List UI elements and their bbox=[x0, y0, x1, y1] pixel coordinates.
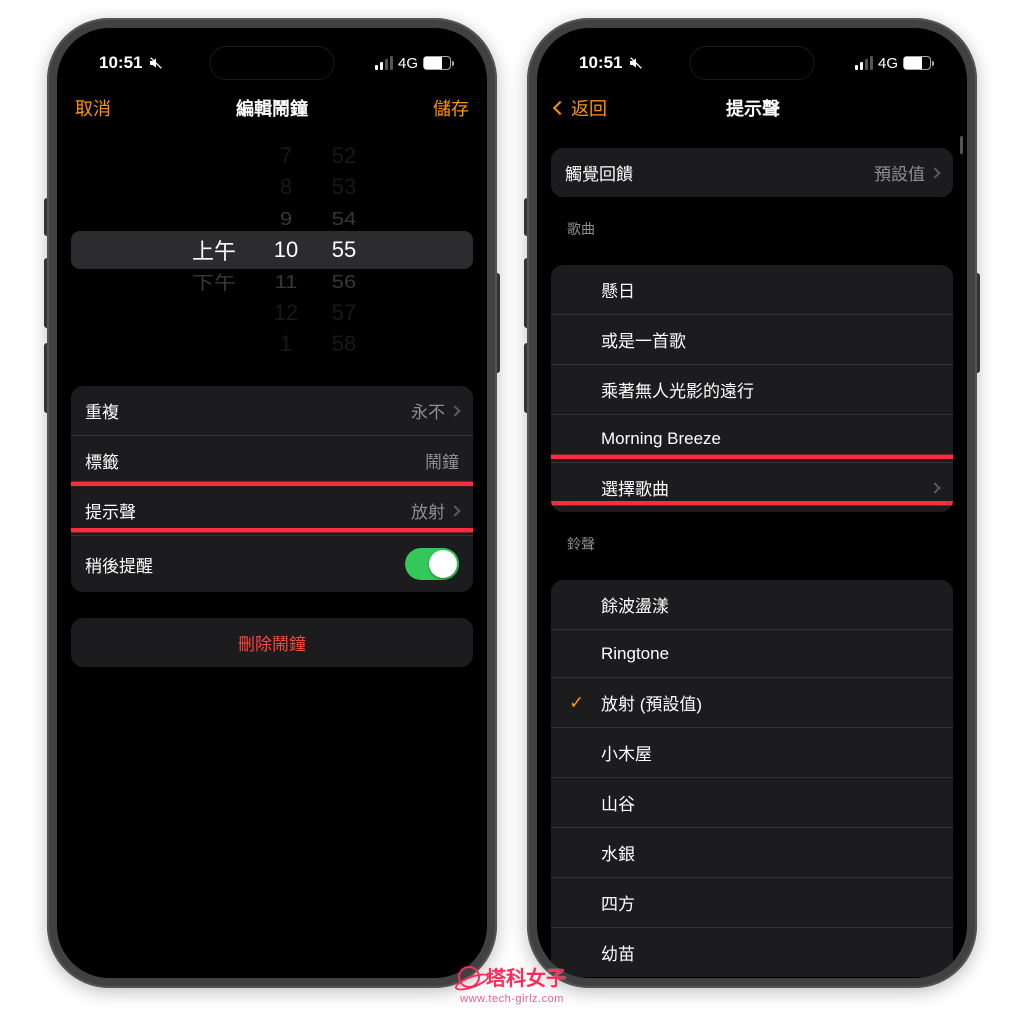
pick-song-row[interactable]: 選擇歌曲 bbox=[551, 462, 953, 512]
scroll-indicator[interactable] bbox=[960, 136, 963, 154]
ampm-column[interactable]: 上午 下午 bbox=[171, 140, 257, 360]
screen-left: 10:51 4G 取消 編輯鬧鐘 儲存 上午 下午 bbox=[57, 28, 487, 978]
watermark-url: www.tech-girlz.com bbox=[460, 993, 564, 1005]
status-time: 10:51 bbox=[99, 53, 142, 73]
ringtone-item[interactable]: ✓ 放射 (預設值) bbox=[551, 677, 953, 727]
haptic-group: 觸覺回饋 預設值 bbox=[551, 148, 953, 197]
label-row[interactable]: 標籤 鬧鐘 bbox=[71, 435, 473, 485]
sound-content[interactable]: 觸覺回饋 預設值 歌曲 懸日 或是一首歌 乘著無人光影的遠行 Morning B… bbox=[537, 132, 967, 978]
ringtone-item[interactable]: 山谷 bbox=[551, 777, 953, 827]
snooze-row: 稍後提醒 bbox=[71, 535, 473, 592]
save-button[interactable]: 儲存 bbox=[419, 95, 469, 121]
songs-group: 懸日 或是一首歌 乘著無人光影的遠行 Morning Breeze 選擇歌曲 bbox=[551, 265, 953, 512]
song-item[interactable]: 乘著無人光影的遠行 bbox=[551, 364, 953, 414]
ringtone-item[interactable]: 幼苗 bbox=[551, 927, 953, 977]
sound-navbar: 返回 提示聲 bbox=[537, 84, 967, 132]
notch bbox=[210, 46, 335, 80]
ringtone-item[interactable]: 水銀 bbox=[551, 827, 953, 877]
battery-icon bbox=[903, 56, 931, 70]
minute-column[interactable]: 52 53 54 55 56 57 58 bbox=[315, 140, 373, 360]
back-button[interactable]: 返回 bbox=[555, 95, 607, 121]
phone-right: 10:51 4G 返回 提示聲 觸覺回饋 bbox=[527, 18, 977, 988]
signal-icon bbox=[375, 56, 393, 70]
alarm-settings-group: 重複 永不 標籤 鬧鐘 提示聲 放射 稍後提醒 bbox=[71, 386, 473, 592]
notch bbox=[690, 46, 815, 80]
snooze-switch[interactable] bbox=[405, 548, 459, 580]
song-item[interactable]: Morning Breeze bbox=[551, 414, 953, 462]
watermark-title: 塔科女子 bbox=[486, 962, 566, 991]
signal-icon bbox=[855, 56, 873, 70]
edit-alarm-navbar: 取消 編輯鬧鐘 儲存 bbox=[57, 84, 487, 132]
network-label: 4G bbox=[398, 55, 418, 72]
chevron-right-icon bbox=[929, 482, 940, 493]
edit-alarm-content: 上午 下午 7 8 9 10 11 12 1 52 53 54 5 bbox=[57, 132, 487, 978]
chevron-right-icon bbox=[449, 505, 460, 516]
ringtones-group: 餘波盪漾 Ringtone ✓ 放射 (預設值) 小木屋 山谷 水銀 四方 幼苗 bbox=[551, 580, 953, 977]
phone-left: 10:51 4G 取消 編輯鬧鐘 儲存 上午 下午 bbox=[47, 18, 497, 988]
mute-icon bbox=[148, 55, 164, 71]
song-item[interactable]: 懸日 bbox=[551, 265, 953, 314]
chevron-right-icon bbox=[929, 167, 940, 178]
screen-right: 10:51 4G 返回 提示聲 觸覺回饋 bbox=[537, 28, 967, 978]
delete-alarm-button[interactable]: 刪除鬧鐘 bbox=[71, 618, 473, 667]
ringtone-item[interactable]: 四方 bbox=[551, 877, 953, 927]
chevron-left-icon bbox=[553, 101, 567, 115]
chevron-right-icon bbox=[449, 405, 460, 416]
songs-header: 歌曲 bbox=[567, 219, 967, 239]
haptic-row[interactable]: 觸覺回饋 預設值 bbox=[551, 148, 953, 197]
ringtone-item[interactable]: 小木屋 bbox=[551, 727, 953, 777]
sound-row[interactable]: 提示聲 放射 bbox=[71, 485, 473, 535]
ringtone-item[interactable]: Ringtone bbox=[551, 629, 953, 677]
ringtone-item[interactable]: 餘波盪漾 bbox=[551, 580, 953, 629]
time-picker[interactable]: 上午 下午 7 8 9 10 11 12 1 52 53 54 5 bbox=[57, 140, 487, 360]
status-time: 10:51 bbox=[579, 53, 622, 73]
nav-title: 編輯鬧鐘 bbox=[236, 95, 308, 121]
network-label: 4G bbox=[878, 55, 898, 72]
nav-title: 提示聲 bbox=[726, 95, 780, 121]
check-icon: ✓ bbox=[569, 692, 584, 713]
planet-icon bbox=[458, 966, 480, 988]
mute-icon bbox=[628, 55, 644, 71]
cancel-button[interactable]: 取消 bbox=[75, 95, 125, 121]
repeat-row[interactable]: 重複 永不 bbox=[71, 386, 473, 435]
battery-icon bbox=[423, 56, 451, 70]
ringtones-header: 鈴聲 bbox=[567, 534, 967, 554]
hour-column[interactable]: 7 8 9 10 11 12 1 bbox=[257, 140, 315, 360]
delete-group: 刪除鬧鐘 bbox=[71, 618, 473, 667]
watermark: 塔科女子 www.tech-girlz.com bbox=[458, 962, 566, 1005]
song-item[interactable]: 或是一首歌 bbox=[551, 314, 953, 364]
